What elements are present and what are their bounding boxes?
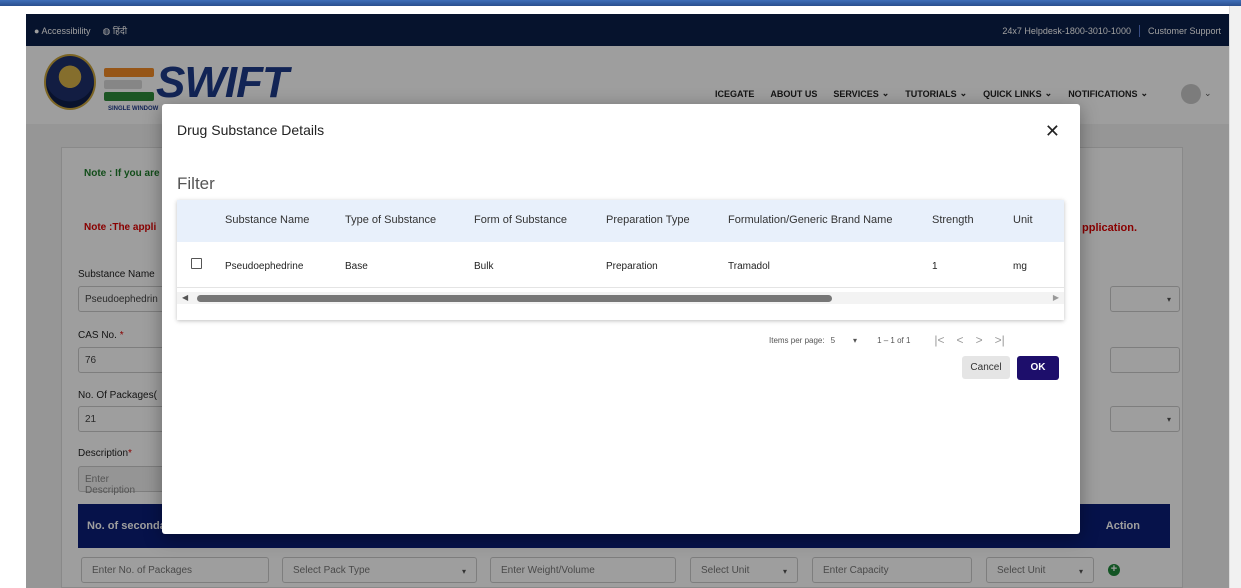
table-row[interactable]: Pseudoephedrine Base Bulk Preparation Tr…	[177, 242, 1064, 288]
scroll-thumb[interactable]	[197, 295, 832, 302]
column-header[interactable]: Formulation/Generic Brand Name	[728, 214, 892, 226]
cell-substance-name: Pseudoephedrine	[225, 261, 304, 272]
items-per-page-label: Items per page:	[769, 335, 825, 345]
column-header[interactable]: Preparation Type	[606, 214, 690, 226]
previous-page-icon[interactable]: <	[957, 333, 964, 347]
substance-table: Substance Name Type of Substance Form of…	[177, 200, 1064, 320]
dialog-title: Drug Substance Details	[177, 122, 325, 138]
vertical-scrollbar[interactable]	[1229, 6, 1241, 588]
top-accent-bar	[0, 0, 1241, 6]
column-header[interactable]: Strength	[932, 214, 974, 226]
horizontal-scrollbar[interactable]: ◀ ▶	[177, 292, 1064, 304]
page-range: 1 – 1 of 1	[877, 335, 911, 345]
page-size-select[interactable]: 5 ▾	[831, 336, 857, 345]
cell-unit: mg	[1013, 261, 1027, 272]
drug-substance-dialog: Drug Substance Details ✕ Filter Substanc…	[162, 104, 1080, 534]
last-page-icon[interactable]: >|	[995, 333, 1005, 347]
table-header: Substance Name Type of Substance Form of…	[177, 200, 1064, 242]
screen: ● Accessibility ◍ हिंदी 24x7 Helpdesk-18…	[0, 0, 1241, 588]
column-header[interactable]: Substance Name	[225, 214, 309, 226]
left-margin	[0, 6, 26, 588]
scroll-right-icon[interactable]: ▶	[1053, 293, 1059, 302]
cell-strength: 1	[932, 261, 938, 272]
column-header[interactable]: Type of Substance	[345, 214, 436, 226]
filter-label: Filter	[177, 174, 215, 193]
scroll-left-icon[interactable]: ◀	[182, 293, 188, 302]
next-page-icon[interactable]: >	[976, 333, 983, 347]
cell-type: Base	[345, 261, 368, 272]
cell-form: Bulk	[474, 261, 494, 272]
row-checkbox[interactable]	[191, 258, 202, 269]
paginator: Items per page: 5 ▾ 1 – 1 of 1 |< < > >|	[769, 333, 1005, 347]
column-header[interactable]: Form of Substance	[474, 214, 567, 226]
page: ● Accessibility ◍ हिंदी 24x7 Helpdesk-18…	[26, 14, 1229, 588]
caret-down-icon: ▾	[853, 335, 858, 345]
cell-brand-name: Tramadol	[728, 261, 770, 272]
close-icon[interactable]: ✕	[1045, 122, 1060, 140]
first-page-icon[interactable]: |<	[934, 333, 944, 347]
cell-preparation-type: Preparation	[606, 261, 658, 272]
page-size-value: 5	[830, 335, 836, 345]
ok-button[interactable]: OK	[1017, 356, 1059, 380]
column-header[interactable]: Unit	[1013, 214, 1033, 226]
cancel-button[interactable]: Cancel	[962, 356, 1010, 379]
